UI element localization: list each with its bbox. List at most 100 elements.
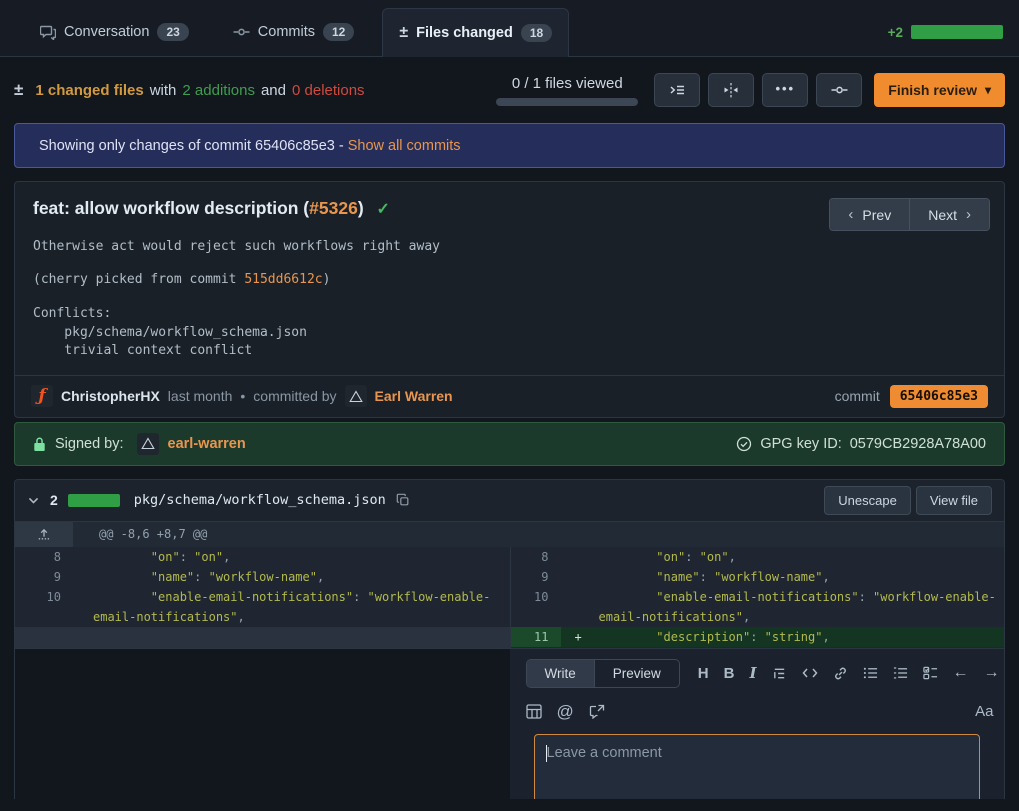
conversation-icon <box>40 24 56 40</box>
reference-icon[interactable] <box>589 704 605 719</box>
expand-up-icon <box>37 527 51 541</box>
diff-line[interactable] <box>15 627 510 648</box>
file-tree-toggle-button[interactable] <box>654 73 700 107</box>
tab-commits[interactable]: Commits 12 <box>217 8 371 56</box>
files-viewed-bar <box>496 98 638 106</box>
undo-icon[interactable]: ← <box>953 664 969 682</box>
pr-tab-bar: Conversation 23 Commits 12 ± Files chang… <box>0 0 1019 57</box>
diff-line[interactable]: 10 "enable-email-notifications": "workfl… <box>15 587 510 627</box>
tab-files-changed[interactable]: ± Files changed 18 <box>382 8 569 57</box>
author-name[interactable]: ChristopherHX <box>61 388 160 404</box>
changed-files-count[interactable]: 1 changed files <box>35 82 143 99</box>
font-size-toggle[interactable]: Aa <box>975 703 993 720</box>
more-options-button[interactable]: ••• <box>762 73 808 107</box>
cherry-pick-line: (cherry picked from commit 515dd6612c) <box>33 272 986 287</box>
commits-icon <box>233 24 250 40</box>
comment-input[interactable] <box>534 734 980 799</box>
files-viewed-label: 0 / 1 files viewed <box>512 75 623 92</box>
committer-avatar[interactable] <box>345 385 367 407</box>
diff-line[interactable]: 10 "enable-email-notifications": "workfl… <box>511 587 1005 627</box>
view-file-button[interactable]: View file <box>916 486 992 515</box>
file-nav-group: ‹ Prev Next › <box>829 198 990 231</box>
diff-line[interactable]: 9 "name": "workflow-name", <box>15 567 510 587</box>
line-number: 11 <box>511 627 561 647</box>
ellipsis-icon: ••• <box>775 81 795 96</box>
comment-row-left-spacer <box>15 649 510 799</box>
file-name[interactable]: pkg/schema/workflow_schema.json <box>134 492 386 508</box>
heading-icon[interactable]: H <box>698 665 709 682</box>
task-list-icon[interactable] <box>923 666 938 680</box>
commit-select-button[interactable] <box>816 73 862 107</box>
ordered-list-icon[interactable] <box>893 666 908 680</box>
file-additions-count: 2 <box>50 492 58 508</box>
next-button[interactable]: Next › <box>910 199 989 230</box>
finish-review-caret: ▾ <box>985 83 991 97</box>
copy-path-icon[interactable] <box>396 493 410 507</box>
commit-hash-badge[interactable]: 65406c85e3 <box>890 385 988 408</box>
signed-by-label: Signed by: <box>55 436 124 452</box>
mention-icon[interactable]: @ <box>557 702 574 722</box>
author-avatar[interactable]: ƒ <box>31 385 53 407</box>
preview-tab[interactable]: Preview <box>595 660 679 687</box>
code-line: + "description": "string", <box>561 627 1005 647</box>
bold-icon[interactable]: B <box>724 665 735 682</box>
diff-line[interactable]: 8 "on": "on", <box>15 547 510 567</box>
diff-summary-icon: ± <box>14 80 23 100</box>
format-buttons: H B I <box>698 664 1000 682</box>
lock-icon <box>33 436 46 452</box>
diff-line[interactable]: 8 "on": "on", <box>511 547 1005 567</box>
line-number: 9 <box>15 567 73 587</box>
commit-icon <box>831 82 848 98</box>
comment-input-wrapper <box>534 734 998 799</box>
finish-review-button[interactable]: Finish review ▾ <box>874 73 1005 107</box>
tab-commits-label: Commits <box>258 24 315 40</box>
write-tab[interactable]: Write <box>527 660 595 687</box>
commit-hash-group: commit 65406c85e3 <box>835 385 988 408</box>
link-icon[interactable] <box>833 666 848 681</box>
commit-time: last month <box>168 388 233 404</box>
expand-hunk-button[interactable] <box>15 522 73 547</box>
split-diff-toggle-button[interactable] <box>708 73 754 107</box>
show-all-commits-link[interactable]: Show all commits <box>348 138 461 154</box>
italic-icon[interactable]: I <box>749 664 756 682</box>
collapse-file-chevron-icon[interactable] <box>27 494 40 507</box>
quote-icon[interactable] <box>772 666 787 681</box>
additions-count: 2 additions <box>182 82 255 99</box>
diff-line[interactable]: 11+ "description": "string", <box>511 627 1005 647</box>
code-line: "on": "on", <box>73 547 510 567</box>
inline-comment-row: Write Preview H B I <box>15 648 1004 799</box>
signer-name[interactable]: earl-warren <box>168 436 246 452</box>
review-toolbar: 0 / 1 files viewed ••• <box>496 73 1005 107</box>
write-preview-tabs: Write Preview <box>526 659 680 688</box>
tab-files-changed-label: Files changed <box>416 25 513 41</box>
cherry-pick-hash-link[interactable]: 515dd6612c <box>244 272 322 287</box>
redo-icon[interactable]: → <box>984 664 1000 682</box>
gpg-key-label: GPG key ID: <box>760 436 841 452</box>
issue-ref-link[interactable]: #5326 <box>309 198 358 218</box>
files-viewed-progress: 0 / 1 files viewed <box>496 75 638 106</box>
file-tree-icon <box>669 82 685 98</box>
committer-name[interactable]: Earl Warren <box>375 388 453 404</box>
diff-line[interactable]: 9 "name": "workflow-name", <box>511 567 1005 587</box>
triangle-avatar-icon <box>141 437 155 450</box>
line-number: 10 <box>511 587 561 627</box>
tab-conversation-count: 23 <box>157 23 188 41</box>
unescape-button[interactable]: Unescape <box>824 486 911 515</box>
prev-button[interactable]: ‹ Prev <box>830 199 910 230</box>
line-number <box>15 627 73 648</box>
conflicts-block: Conflicts: pkg/schema/workflow_schema.js… <box>33 305 986 361</box>
table-icon[interactable] <box>526 704 542 719</box>
commit-body-line: Otherwise act would reject such workflow… <box>33 239 986 254</box>
cherry-pick-text: (cherry picked from commit <box>33 272 244 287</box>
code-icon[interactable] <box>802 666 818 680</box>
editor-toolbar: Write Preview H B I <box>526 659 1000 688</box>
tab-conversation-label: Conversation <box>64 24 149 40</box>
code-line: "enable-email-notifications": "workflow-… <box>561 587 1005 627</box>
tab-conversation[interactable]: Conversation 23 <box>24 8 205 56</box>
diff-right-side: 8 "on": "on",9 "name": "workflow-name",1… <box>510 547 1005 648</box>
file-diffstat-bar <box>68 494 120 507</box>
signer-avatar[interactable] <box>137 433 159 455</box>
commit-filter-banner: Showing only changes of commit 65406c85e… <box>14 123 1005 168</box>
code-line: "enable-email-notifications": "workflow-… <box>73 587 510 627</box>
unordered-list-icon[interactable] <box>863 666 878 680</box>
